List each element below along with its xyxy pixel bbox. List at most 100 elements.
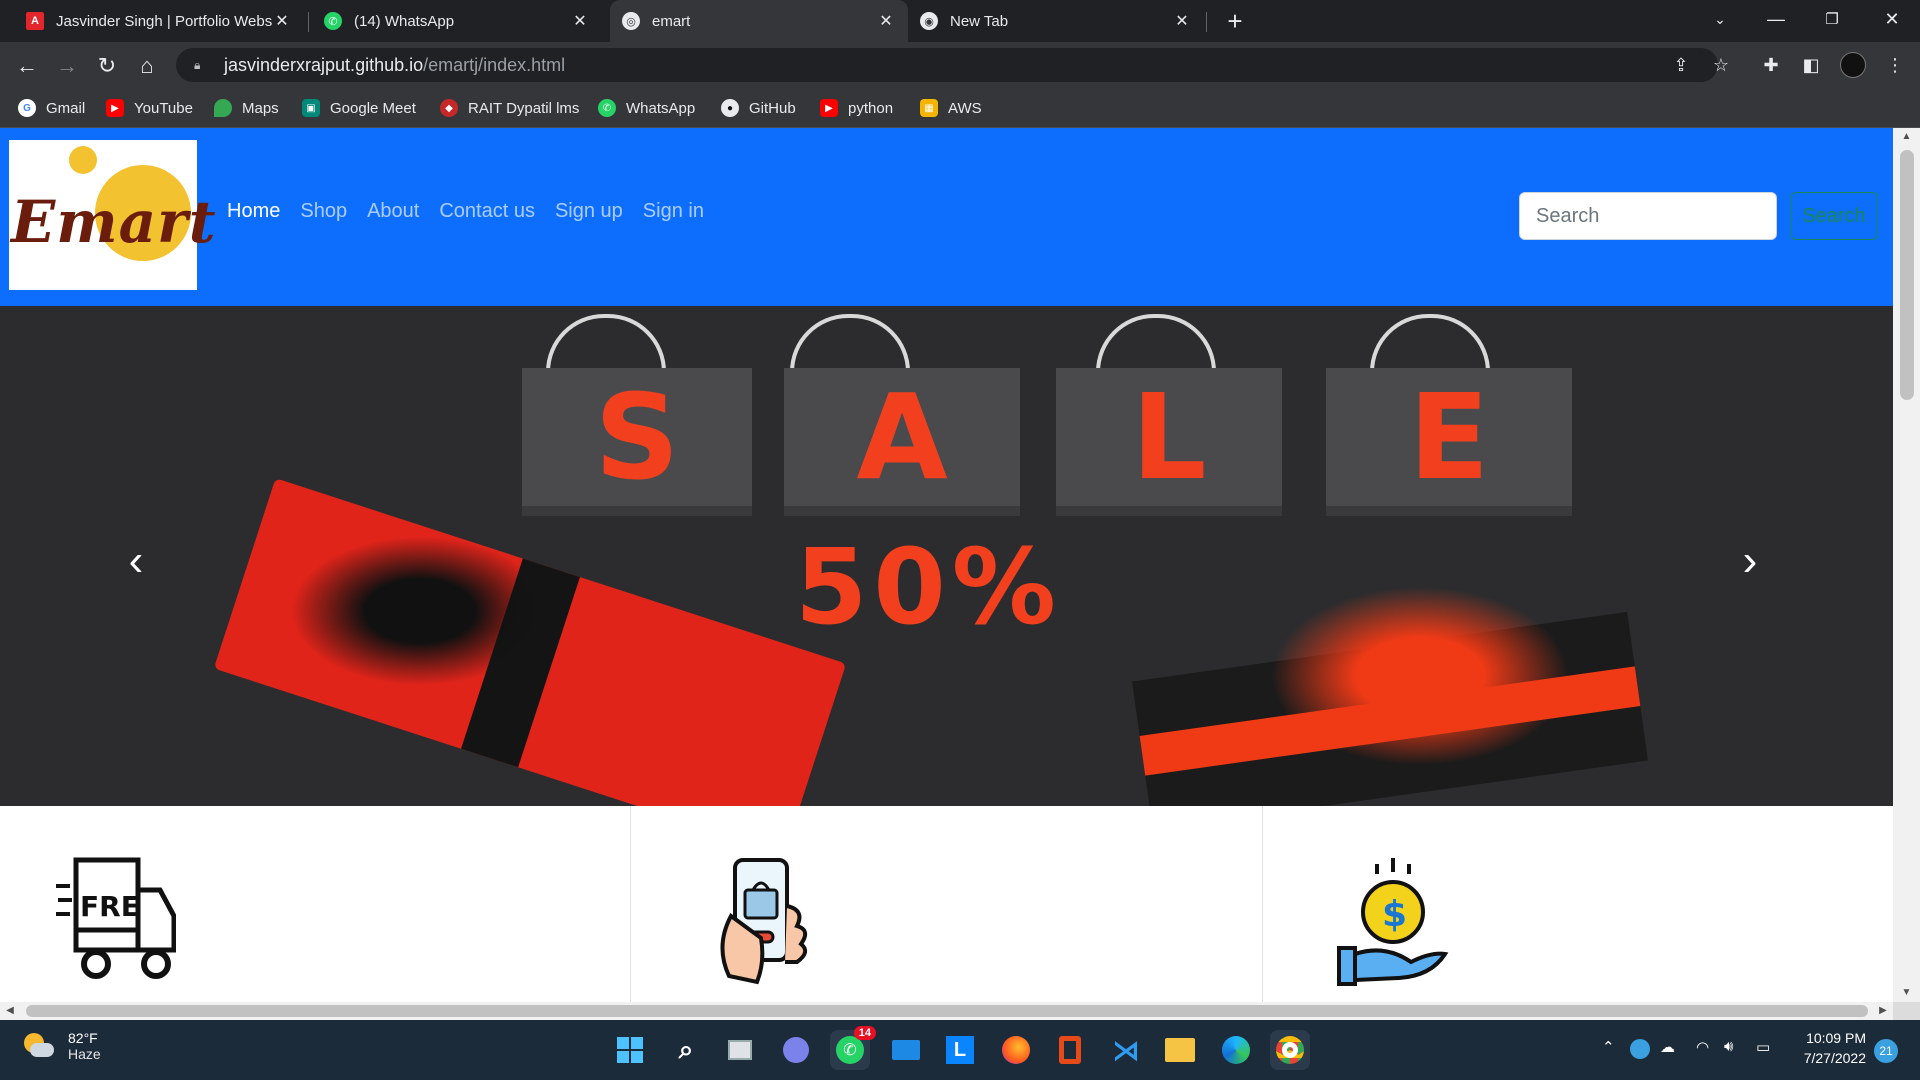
bookmark-github[interactable]: ● GitHub [721, 96, 796, 120]
github-icon: ● [721, 99, 739, 117]
nav-about[interactable]: About [367, 200, 419, 223]
weather-condition: Haze [68, 1046, 101, 1062]
bookmark-aws[interactable]: ▦ AWS [920, 96, 982, 120]
firefox-icon[interactable] [996, 1030, 1036, 1070]
edge-icon[interactable] [1216, 1030, 1256, 1070]
portfolio-favicon-icon: A [26, 12, 44, 30]
weather-widget[interactable]: 82°F Haze [22, 1030, 101, 1062]
sale-carousel: S A L E 50% ‹ › [0, 306, 1893, 806]
tray-app-icon[interactable] [1630, 1039, 1650, 1059]
bookmark-google-meet[interactable]: ▣ Google Meet [302, 96, 416, 120]
reload-icon[interactable]: ↻ [91, 50, 123, 82]
sale-bag: S [522, 368, 752, 516]
back-icon[interactable]: ← [11, 50, 43, 82]
minimize-icon[interactable]: — [1748, 0, 1804, 38]
whatsapp-taskbar-icon[interactable]: ✆ 14 [830, 1026, 876, 1070]
whatsapp-unread-badge: 14 [853, 1026, 876, 1040]
bookmark-gmail[interactable]: G Gmail [18, 96, 85, 120]
volume-icon[interactable]: 🔊︎ [1724, 1038, 1733, 1055]
close-tab-icon[interactable]: ✕ [570, 11, 590, 31]
profile-avatar[interactable] [1838, 50, 1868, 80]
vertical-scrollbar[interactable]: ▲ ▼ [1893, 128, 1920, 1002]
tab-whatsapp[interactable]: ✆ (14) WhatsApp ✕ [312, 0, 602, 42]
hscroll-thumb[interactable] [26, 1005, 1868, 1017]
nav-home[interactable]: Home [227, 200, 280, 223]
money-back-icon: $ [1336, 858, 1449, 986]
extensions-icon[interactable]: ✚ [1756, 50, 1786, 80]
search-icon[interactable]: ⌕ [666, 1030, 706, 1070]
tab-portfolio[interactable]: A Jasvinder Singh | Portfolio Websi ✕ [14, 0, 304, 42]
wifi-icon[interactable]: ◠ [1696, 1038, 1709, 1056]
restore-icon[interactable]: ❐ [1804, 0, 1860, 38]
emart-logo[interactable]: Emart [9, 140, 216, 290]
address-bar[interactable]: 🔒︎ jasvinderxrajput.github.io/emartj/ind… [176, 48, 1718, 82]
feature-card [631, 806, 1263, 1002]
carousel-next-icon[interactable]: › [1730, 536, 1770, 586]
taskbar-clock[interactable]: 10:09 PM 7/27/2022 [1790, 1028, 1866, 1068]
task-view-icon[interactable] [720, 1030, 760, 1070]
tab-search-icon[interactable]: ⌄ [1692, 0, 1748, 38]
search-button[interactable]: Search [1790, 192, 1878, 240]
bookmark-whatsapp[interactable]: ✆ WhatsApp [598, 96, 695, 120]
youtube-icon: ▶ [820, 99, 838, 117]
search-input[interactable]: Search [1519, 192, 1777, 240]
bookmarks-bar: G Gmail ▶ YouTube Maps ▣ Google Meet ◆ RAIT … [0, 88, 1920, 128]
scroll-right-icon[interactable]: ▶ [1873, 1002, 1893, 1020]
tab-separator [308, 12, 309, 32]
whatsapp-icon: ✆ [598, 99, 616, 117]
bookmark-rait[interactable]: ◆ RAIT Dypatil lms [440, 96, 579, 120]
new-tab-button[interactable]: + [1220, 6, 1250, 36]
side-panel-icon[interactable]: ◧ [1796, 50, 1826, 80]
bookmark-python[interactable]: ▶ python [820, 96, 893, 120]
onedrive-icon[interactable]: ☁ [1660, 1038, 1675, 1056]
carousel-prev-icon[interactable]: ‹ [116, 536, 156, 586]
office-icon[interactable] [1050, 1030, 1090, 1070]
horizontal-scrollbar[interactable]: ◀ ▶ [0, 1002, 1893, 1020]
home-icon[interactable]: ⌂ [131, 50, 163, 82]
close-tab-icon[interactable]: ✕ [876, 11, 896, 31]
windows-taskbar: 82°F Haze ⌕ ✆ 14 L ⋊ ⌃ ☁ ◠ 🔊︎ ▭ 10:09 PM… [0, 1020, 1920, 1080]
scroll-thumb[interactable] [1900, 150, 1914, 400]
battery-icon[interactable]: ▭ [1756, 1038, 1770, 1056]
nav-signup[interactable]: Sign up [555, 200, 623, 223]
feature-card: FREE [0, 806, 632, 1002]
lightshot-icon[interactable]: L [940, 1030, 980, 1070]
bookmark-maps[interactable]: Maps [214, 96, 279, 120]
bookmark-star-icon[interactable]: ☆ [1706, 50, 1736, 80]
clock-time: 10:09 PM [1806, 1030, 1866, 1046]
close-tab-icon[interactable]: ✕ [1172, 11, 1192, 31]
start-windows-icon[interactable] [610, 1030, 650, 1070]
tab-new-tab[interactable]: ◉ New Tab ✕ [908, 0, 1204, 42]
forward-icon[interactable]: → [51, 50, 83, 82]
teams-chat-icon[interactable] [776, 1030, 816, 1070]
tab-separator [1206, 12, 1207, 32]
free-delivery-truck-icon: FREE [56, 857, 176, 979]
discount-text: 50% [795, 526, 1062, 648]
menu-dots-icon[interactable]: ⋮ [1880, 50, 1910, 80]
scroll-down-icon[interactable]: ▼ [1893, 984, 1920, 1002]
file-explorer-icon[interactable] [1160, 1030, 1200, 1070]
vscode-icon[interactable]: ⋊ [1106, 1030, 1146, 1070]
tray-overflow-icon[interactable]: ⌃ [1602, 1038, 1615, 1056]
page-viewport: Emart Home Shop About Contact us Sign up… [0, 128, 1893, 1002]
features-row: FREE $ [0, 806, 1893, 1002]
black-bow [290, 536, 550, 686]
bookmark-youtube[interactable]: ▶ YouTube [106, 96, 193, 120]
chrome-favicon-icon: ◉ [920, 12, 938, 30]
chrome-taskbar-icon[interactable] [1270, 1030, 1310, 1070]
close-window-icon[interactable]: ✕ [1864, 0, 1920, 38]
mail-icon[interactable] [886, 1030, 926, 1070]
scroll-up-icon[interactable]: ▲ [1893, 128, 1920, 146]
share-icon[interactable]: ⇪ [1666, 50, 1696, 80]
meet-icon: ▣ [302, 99, 320, 117]
close-tab-icon[interactable]: ✕ [272, 11, 292, 31]
nav-shop[interactable]: Shop [300, 200, 347, 223]
nav-links: Home Shop About Contact us Sign up Sign … [227, 200, 704, 223]
notification-count[interactable]: 21 [1874, 1039, 1898, 1063]
feature-card: $ [1262, 806, 1893, 1002]
tab-emart[interactable]: ◎ emart ✕ [610, 0, 908, 42]
nav-signin[interactable]: Sign in [643, 200, 704, 223]
scroll-left-icon[interactable]: ◀ [0, 1002, 20, 1020]
svg-text:$: $ [1382, 894, 1407, 935]
nav-contact[interactable]: Contact us [439, 200, 535, 223]
